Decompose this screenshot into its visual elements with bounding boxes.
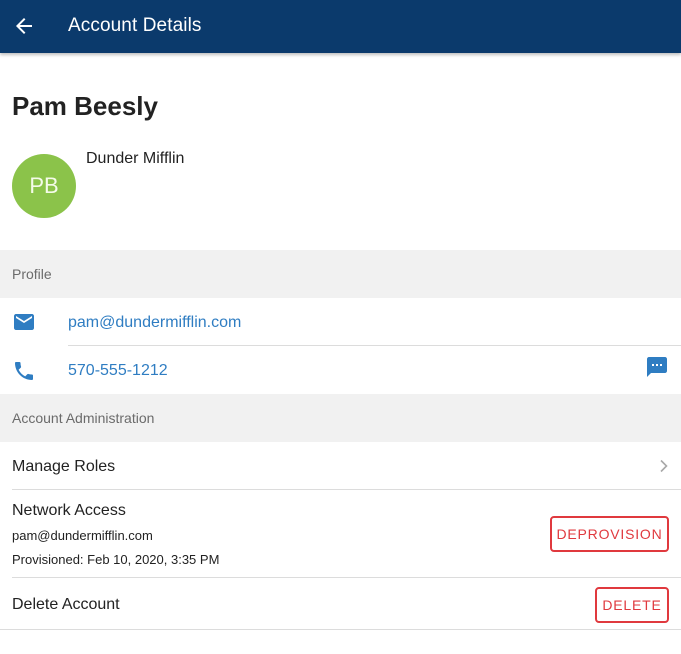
manage-roles-row[interactable]: Manage Roles <box>0 442 681 490</box>
back-arrow-icon[interactable] <box>12 14 36 38</box>
section-header-profile: Profile <box>0 250 681 298</box>
page-title: Account Details <box>68 15 202 36</box>
email-row: pam@dundermifflin.com <box>0 298 681 346</box>
phone-link[interactable]: 570-555-1212 <box>68 362 168 380</box>
company-name: Dunder Mifflin <box>86 150 185 167</box>
phone-icon <box>15 362 33 380</box>
network-access-row: Network Access pam@dundermifflin.com Pro… <box>0 490 681 578</box>
avatar: PB <box>12 154 76 218</box>
deprovision-button[interactable]: DEPROVISION <box>550 516 669 552</box>
manage-roles-label: Manage Roles <box>12 458 116 475</box>
provisioned-timestamp: Provisioned: Feb 10, 2020, 3:35 PM <box>12 552 220 567</box>
phone-row: 570-555-1212 <box>0 346 681 394</box>
network-access-account: pam@dundermifflin.com <box>12 528 153 543</box>
app-bar: Account Details <box>0 0 681 53</box>
email-icon <box>14 314 34 330</box>
email-link[interactable]: pam@dundermifflin.com <box>68 314 241 332</box>
chevron-right-icon <box>660 459 668 473</box>
message-icon[interactable] <box>645 355 669 379</box>
divider <box>0 629 681 630</box>
delete-button[interactable]: DELETE <box>595 587 669 623</box>
delete-account-label: Delete Account <box>12 596 120 613</box>
network-access-label: Network Access <box>12 502 126 519</box>
delete-account-row: Delete Account DELETE <box>0 578 681 630</box>
section-header-account-administration: Account Administration <box>0 394 681 442</box>
user-name: Pam Beesly <box>12 91 158 121</box>
